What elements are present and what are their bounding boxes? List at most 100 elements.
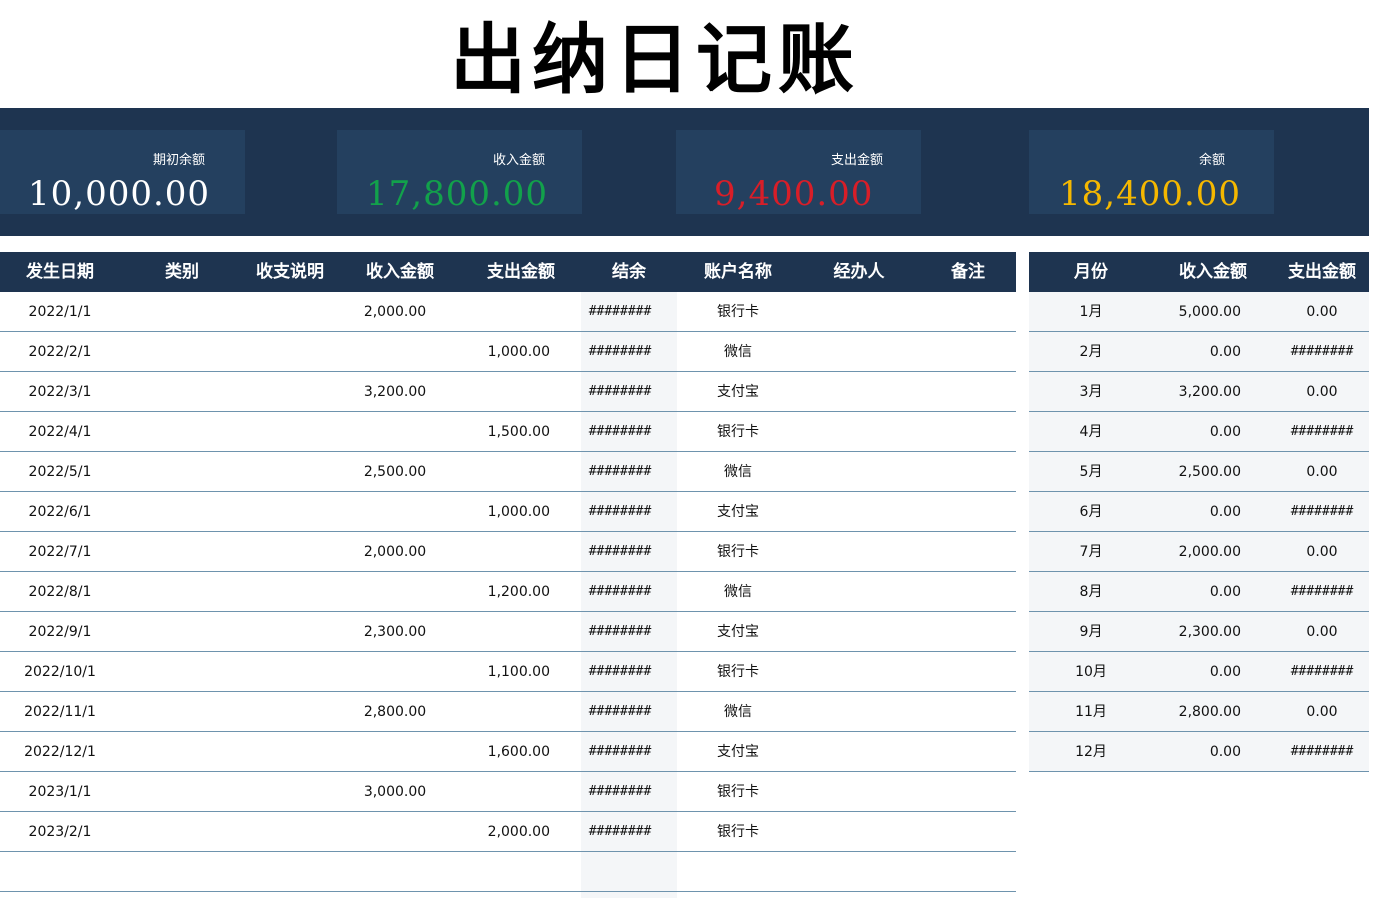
cell-expense[interactable]: 1,200.00 (450, 572, 550, 611)
cell-handler[interactable] (810, 292, 908, 331)
cell-note[interactable] (920, 492, 1016, 531)
cell-monthly-expense[interactable]: ######## (1275, 572, 1369, 611)
col-header-income[interactable]: 收入金额 (350, 252, 450, 292)
cell-category[interactable] (130, 372, 234, 411)
cell-date[interactable]: 2022/6/1 (0, 492, 120, 531)
cell-description[interactable] (240, 812, 340, 851)
cell-income[interactable]: 2,300.00 (340, 612, 450, 651)
col-header-category[interactable]: 类别 (130, 252, 234, 292)
cell-description[interactable] (240, 772, 340, 811)
cell-month[interactable]: 5月 (1029, 452, 1153, 491)
cell-note[interactable] (920, 692, 1016, 731)
cell-note[interactable] (920, 572, 1016, 611)
cell-balance[interactable]: ######## (581, 572, 659, 611)
table-row[interactable]: 2022/4/1 1,500.00 ######## 银行卡 (0, 412, 1016, 452)
cell-month[interactable]: 12月 (1029, 732, 1153, 771)
table-row[interactable]: 2023/1/1 3,000.00 ######## 银行卡 (0, 772, 1016, 812)
cell-monthly-expense[interactable]: ######## (1275, 652, 1369, 691)
cell-account[interactable]: 银行卡 (690, 772, 786, 811)
cell-month[interactable]: 4月 (1029, 412, 1153, 451)
monthly-row[interactable]: 2月 0.00 ######## (1029, 332, 1369, 372)
cell-description[interactable] (240, 372, 340, 411)
cell-note[interactable] (920, 332, 1016, 371)
cell-balance[interactable]: ######## (581, 452, 659, 491)
cell-handler[interactable] (810, 692, 908, 731)
col-header-handler[interactable]: 经办人 (810, 252, 908, 292)
cell-monthly-income[interactable]: 0.00 (1159, 332, 1241, 371)
cell-monthly-income[interactable]: 0.00 (1159, 572, 1241, 611)
table-row[interactable]: 2022/2/1 1,000.00 ######## 微信 (0, 332, 1016, 372)
cell-month[interactable]: 9月 (1029, 612, 1153, 651)
cell-category[interactable] (130, 852, 234, 891)
cell-balance[interactable]: ######## (581, 732, 659, 771)
cell-description[interactable] (240, 652, 340, 691)
cell-balance[interactable]: ######## (581, 372, 659, 411)
cell-income[interactable]: 2,000.00 (340, 292, 450, 331)
cell-balance[interactable]: ######## (581, 532, 659, 571)
cell-account[interactable]: 银行卡 (690, 292, 786, 331)
cell-description[interactable] (240, 492, 340, 531)
table-row[interactable]: 2022/9/1 2,300.00 ######## 支付宝 (0, 612, 1016, 652)
table-row[interactable]: 2022/10/1 1,100.00 ######## 银行卡 (0, 652, 1016, 692)
cell-income[interactable] (340, 412, 450, 451)
cell-expense[interactable]: 1,000.00 (450, 492, 550, 531)
cell-description[interactable] (240, 412, 340, 451)
cell-date[interactable]: 2022/10/1 (0, 652, 120, 691)
cell-expense[interactable] (450, 692, 550, 731)
cell-income[interactable]: 3,200.00 (340, 372, 450, 411)
cell-note[interactable] (920, 292, 1016, 331)
cell-category[interactable] (130, 812, 234, 851)
cell-date[interactable]: 2022/5/1 (0, 452, 120, 491)
cell-account[interactable]: 银行卡 (690, 532, 786, 571)
cell-month[interactable]: 8月 (1029, 572, 1153, 611)
cell-handler[interactable] (810, 852, 908, 891)
table-row[interactable]: 2022/3/1 3,200.00 ######## 支付宝 (0, 372, 1016, 412)
cell-date[interactable]: 2022/2/1 (0, 332, 120, 371)
cell-note[interactable] (920, 652, 1016, 691)
cell-date[interactable]: 2022/7/1 (0, 532, 120, 571)
cell-monthly-income[interactable]: 2,000.00 (1159, 532, 1241, 571)
cell-monthly-income[interactable]: 0.00 (1159, 652, 1241, 691)
cell-balance[interactable]: ######## (581, 652, 659, 691)
cell-note[interactable] (920, 372, 1016, 411)
monthly-row[interactable]: 8月 0.00 ######## (1029, 572, 1369, 612)
cell-expense[interactable] (450, 852, 550, 891)
cell-balance[interactable]: ######## (581, 292, 659, 331)
cell-description[interactable] (240, 292, 340, 331)
col-header-description[interactable]: 收支说明 (240, 252, 340, 292)
cell-handler[interactable] (810, 732, 908, 771)
monthly-row[interactable]: 3月 3,200.00 0.00 (1029, 372, 1369, 412)
cell-income[interactable] (340, 732, 450, 771)
cell-account[interactable]: 微信 (690, 572, 786, 611)
cell-account[interactable]: 支付宝 (690, 492, 786, 531)
cell-monthly-expense[interactable]: 0.00 (1275, 452, 1369, 491)
cell-monthly-expense[interactable]: 0.00 (1275, 612, 1369, 651)
cell-expense[interactable] (450, 292, 550, 331)
cell-note[interactable] (920, 772, 1016, 811)
col-header-expense[interactable]: 支出金额 (470, 252, 572, 292)
cell-handler[interactable] (810, 772, 908, 811)
cell-balance[interactable]: ######## (581, 612, 659, 651)
table-row[interactable]: 2022/12/1 1,600.00 ######## 支付宝 (0, 732, 1016, 772)
col-header-monthly-expense[interactable]: 支出金额 (1275, 252, 1369, 292)
cell-handler[interactable] (810, 812, 908, 851)
cell-date[interactable]: 2022/12/1 (0, 732, 120, 771)
cell-expense[interactable] (450, 612, 550, 651)
cell-date[interactable]: 2022/1/1 (0, 292, 120, 331)
cell-income[interactable] (340, 332, 450, 371)
cell-handler[interactable] (810, 332, 908, 371)
cell-monthly-income[interactable]: 3,200.00 (1159, 372, 1241, 411)
col-header-date[interactable]: 发生日期 (0, 252, 120, 292)
cell-income[interactable]: 2,000.00 (340, 532, 450, 571)
monthly-row[interactable]: 1月 5,000.00 0.00 (1029, 292, 1369, 332)
cell-monthly-income[interactable]: 0.00 (1159, 732, 1241, 771)
cell-income[interactable]: 2,500.00 (340, 452, 450, 491)
cell-category[interactable] (130, 732, 234, 771)
cell-monthly-expense[interactable]: ######## (1275, 492, 1369, 531)
cell-category[interactable] (130, 772, 234, 811)
cell-balance[interactable]: ######## (581, 772, 659, 811)
cell-month[interactable]: 1月 (1029, 292, 1153, 331)
cell-note[interactable] (920, 612, 1016, 651)
cell-month[interactable]: 7月 (1029, 532, 1153, 571)
monthly-row[interactable]: 7月 2,000.00 0.00 (1029, 532, 1369, 572)
